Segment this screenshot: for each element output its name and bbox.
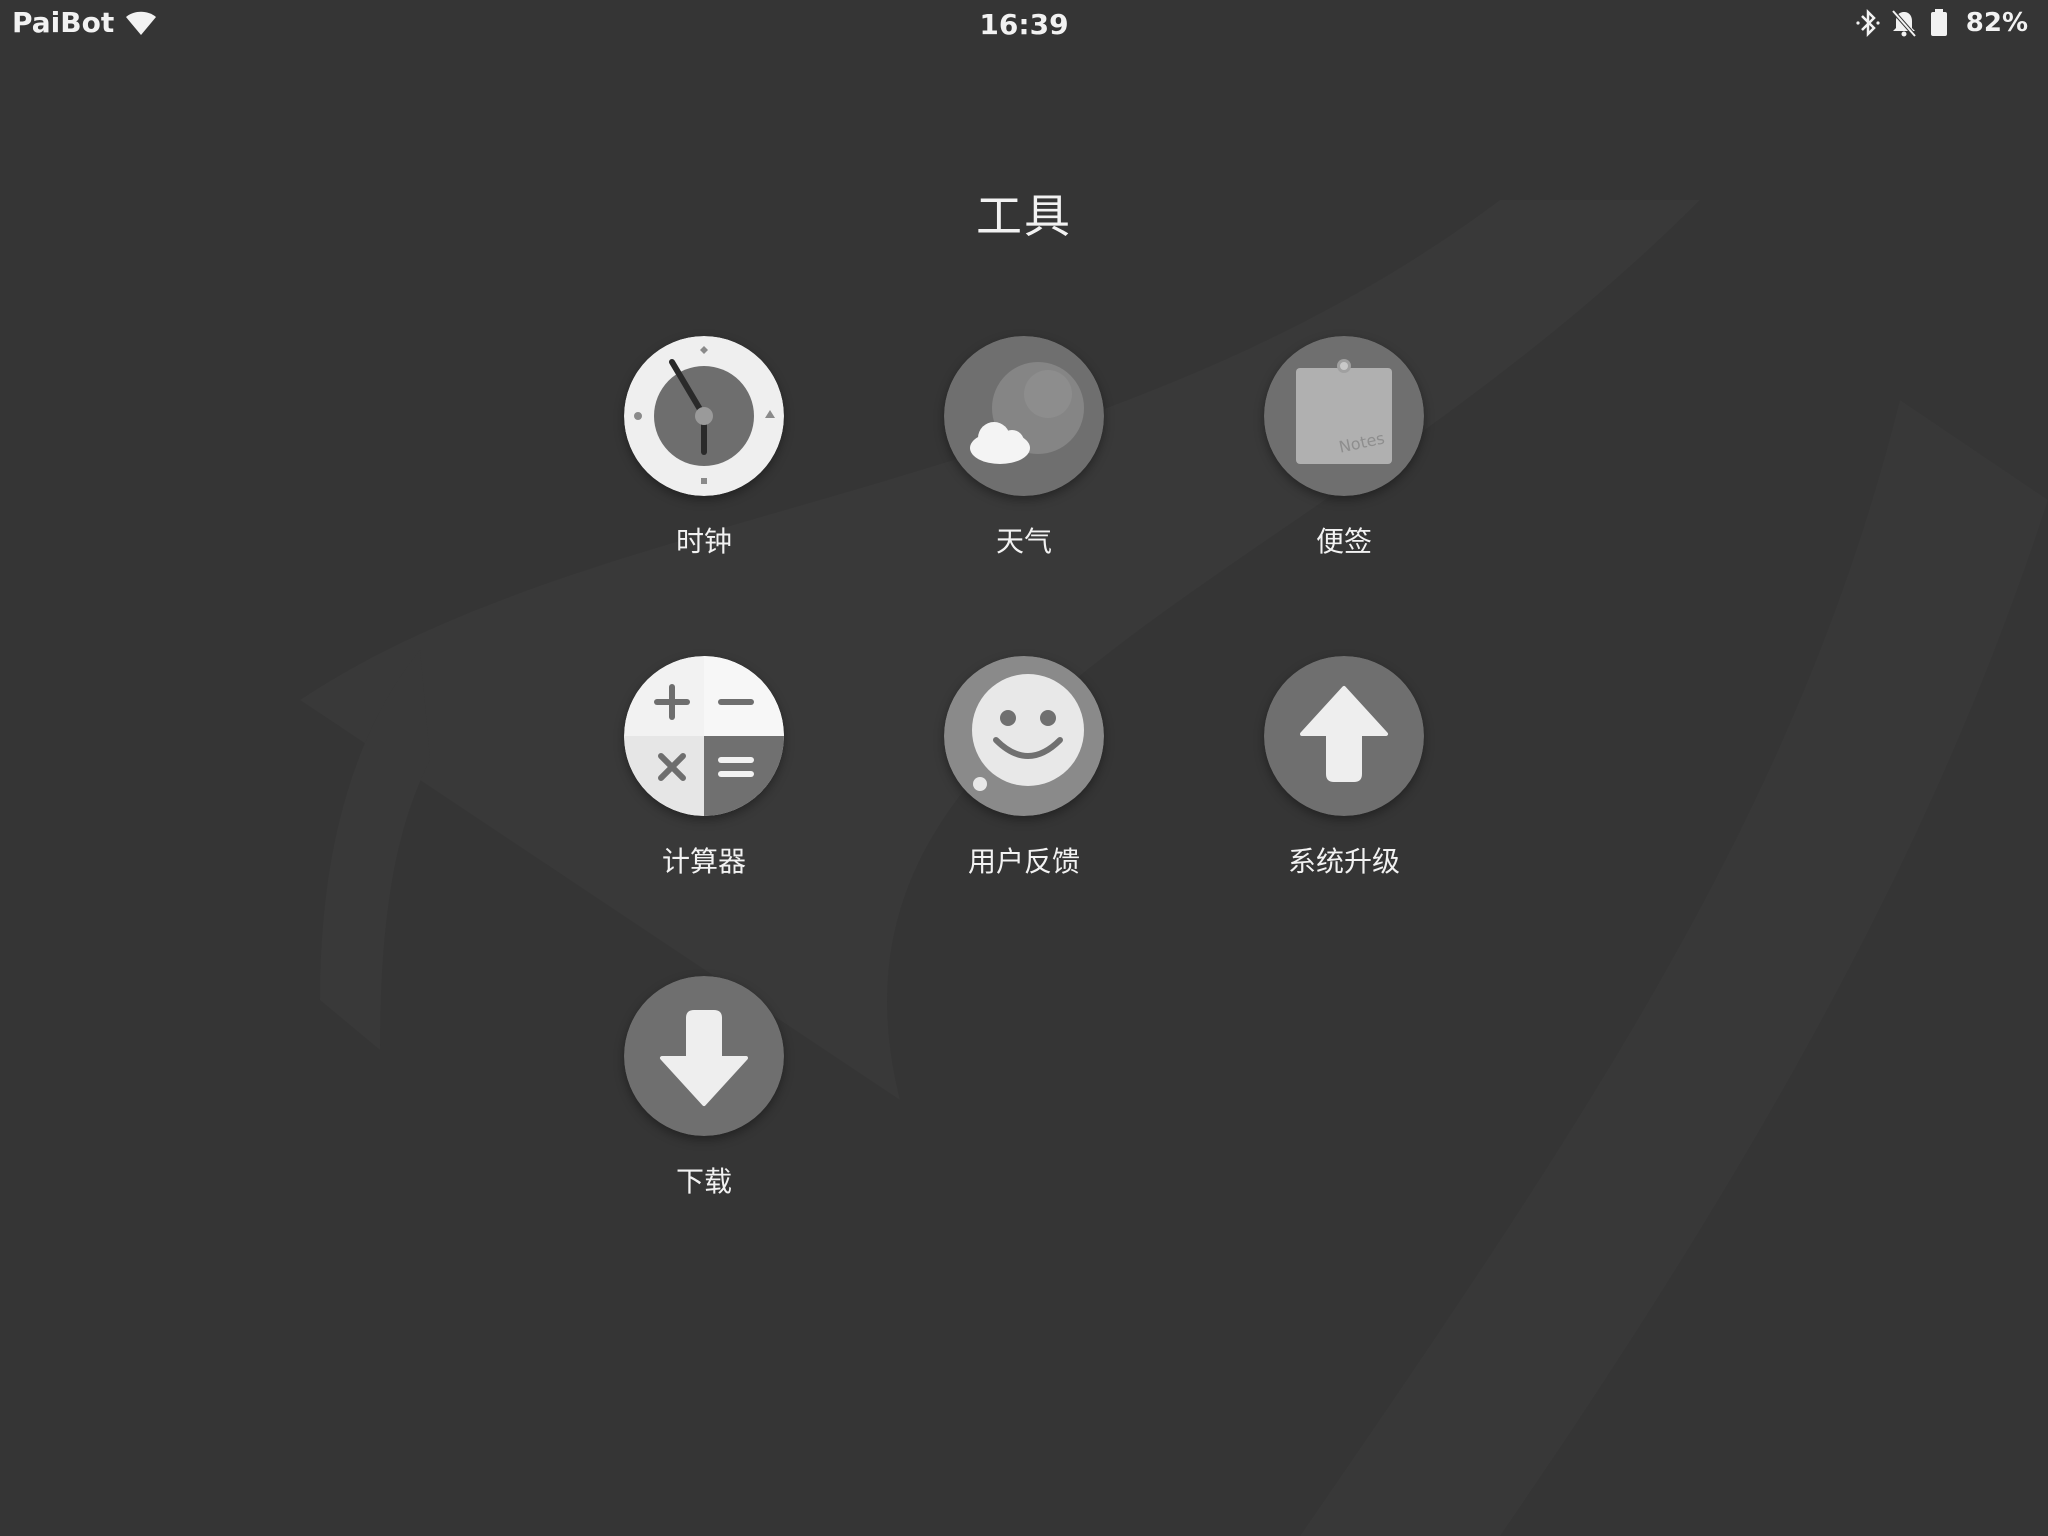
app-calculator[interactable]: 计算器 <box>584 656 824 886</box>
upgrade-icon <box>1264 656 1424 816</box>
page-title: 工具 <box>976 189 1072 243</box>
app-clock[interactable]: 时钟 <box>584 336 824 566</box>
app-label: 便签 <box>1315 525 1372 558</box>
clock-icon <box>624 336 784 496</box>
feedback-icon <box>944 656 1104 816</box>
battery-icon <box>1930 9 1947 36</box>
notifications-off-icon <box>1891 9 1917 38</box>
app-notes[interactable]: Notes 便签 <box>1224 336 1464 566</box>
app-label: 下载 <box>675 1165 732 1198</box>
status-time: 16:39 <box>979 8 1069 41</box>
weather-icon <box>944 336 1104 496</box>
app-label: 系统升级 <box>1287 845 1400 878</box>
battery-percentage: 82% <box>1965 8 2028 38</box>
download-icon <box>624 976 784 1136</box>
bluetooth-icon <box>1856 8 1880 38</box>
app-label: 时钟 <box>675 525 732 558</box>
app-feedback[interactable]: 用户反馈 <box>904 656 1144 886</box>
status-bar: PaiBot 16:39 82% <box>0 0 2048 50</box>
notes-icon: Notes <box>1264 336 1424 496</box>
calculator-icon <box>624 656 784 816</box>
app-system-upgrade[interactable]: 系统升级 <box>1224 656 1464 886</box>
app-label: 用户反馈 <box>967 845 1080 878</box>
app-download[interactable]: 下载 <box>584 976 824 1206</box>
app-weather[interactable]: 天气 <box>904 336 1144 566</box>
app-label: 天气 <box>995 525 1052 558</box>
app-label: 计算器 <box>661 845 746 878</box>
